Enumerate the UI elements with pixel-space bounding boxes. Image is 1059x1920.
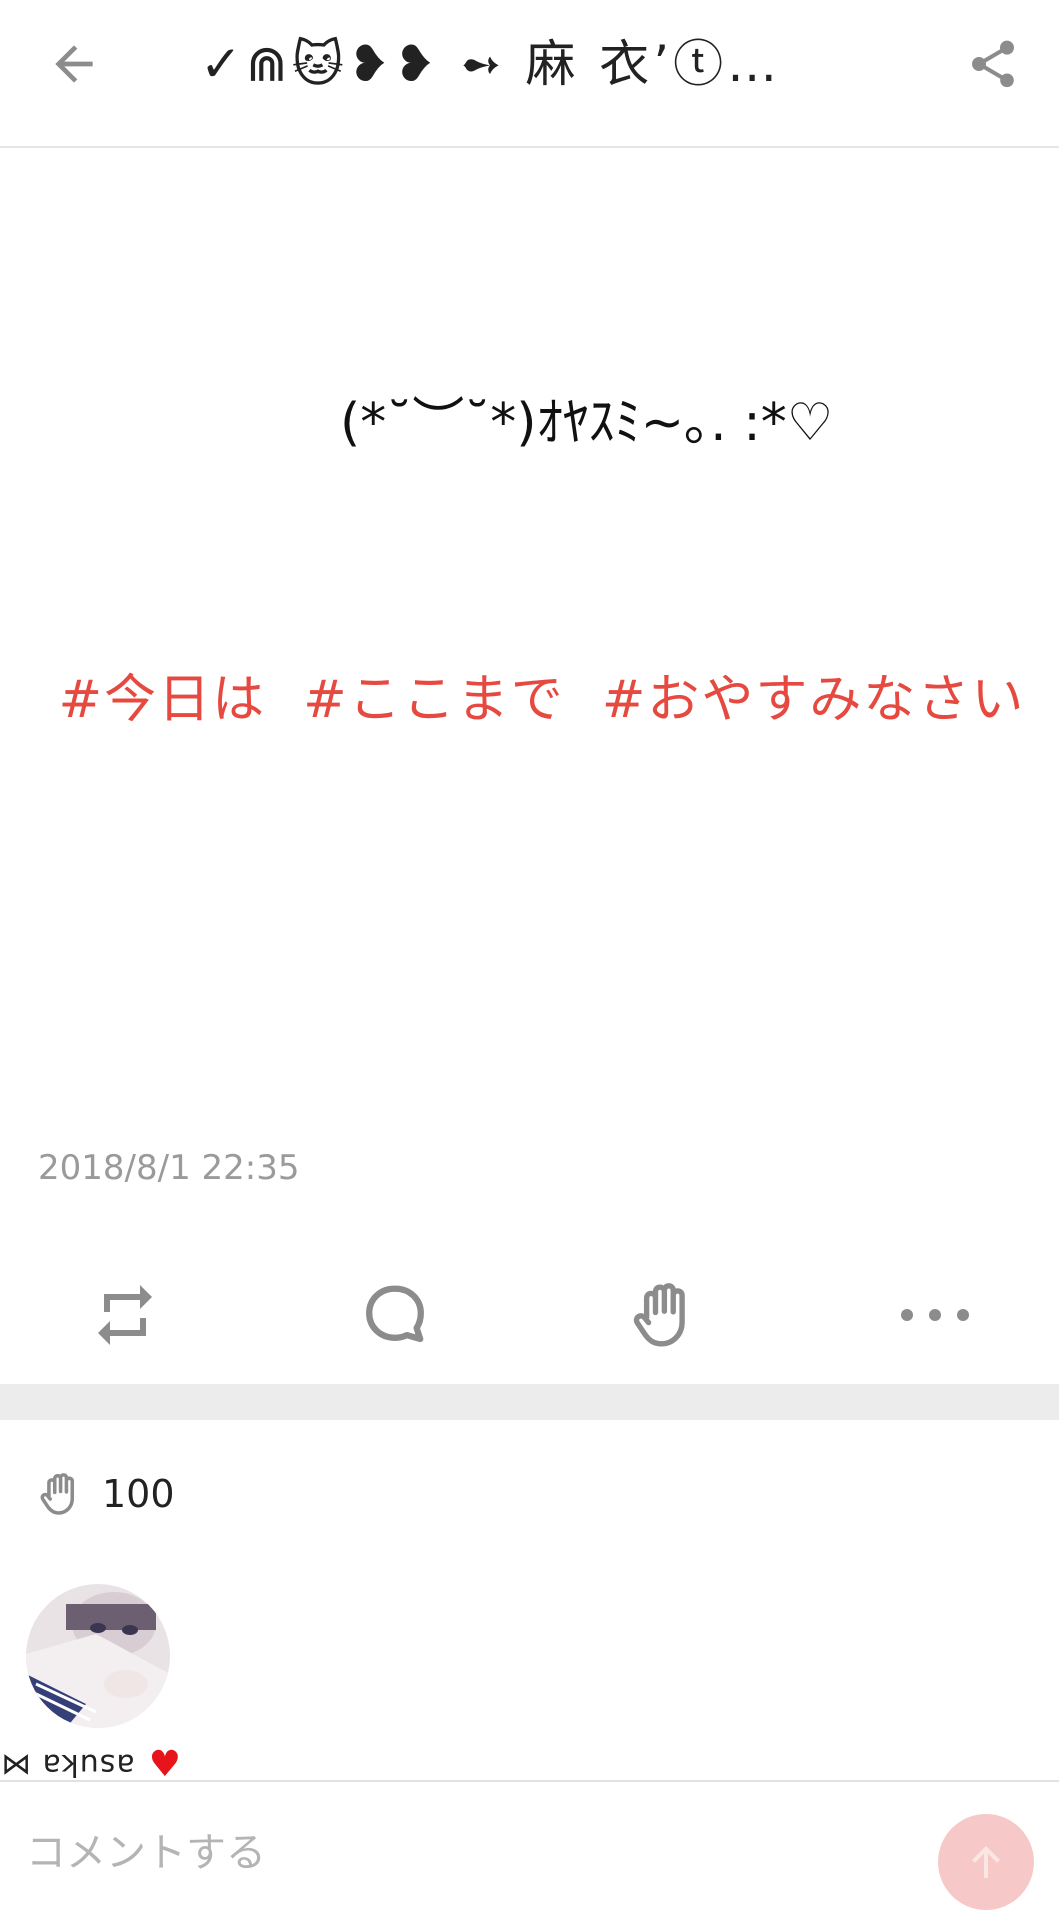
repost-button[interactable] xyxy=(80,1270,170,1360)
post-text: (*˘︶˘*)ｵﾔｽﾐ~｡. :*♡ xyxy=(340,393,834,453)
back-button[interactable] xyxy=(38,28,110,100)
comment-input[interactable] xyxy=(24,1816,908,1890)
avatar-photo xyxy=(26,1584,170,1728)
share-icon xyxy=(972,40,1014,88)
heart-icon: ♥ xyxy=(148,1743,182,1785)
share-button[interactable] xyxy=(957,28,1029,100)
clap-button[interactable] xyxy=(620,1270,710,1360)
comment-button[interactable] xyxy=(350,1270,440,1360)
send-button[interactable] xyxy=(938,1814,1034,1910)
more-options-button[interactable] xyxy=(890,1270,980,1360)
comment-bar xyxy=(0,1780,1059,1920)
page-title: ✓⋒🐱❥❥ ➻ 麻 衣’ⓣ… xyxy=(200,35,782,93)
comment-bubble-icon xyxy=(366,1285,424,1343)
hashtag-koko-made[interactable]: #ここまで xyxy=(303,670,565,730)
clap-hand-icon xyxy=(633,1283,685,1347)
section-divider xyxy=(0,1384,1059,1420)
post-timestamp: 2018/8/1 22:35 xyxy=(38,1148,300,1188)
arrow-left-icon xyxy=(55,45,93,83)
clap-count[interactable]: 100 xyxy=(36,1466,175,1522)
more-dots-icon xyxy=(901,1309,969,1321)
clap-hand-icon xyxy=(40,1473,75,1515)
repost-icon xyxy=(98,1285,152,1345)
hashtag-oyasuminasai[interactable]: #おやすみなさい xyxy=(602,670,1026,730)
arrow-up-icon xyxy=(972,1846,1000,1878)
clap-count-value: 100 xyxy=(102,1472,175,1516)
avatar[interactable] xyxy=(26,1584,170,1728)
clapper-name-text: asuka ⋈ xyxy=(0,1746,135,1782)
hashtag-kyou-wa[interactable]: #今日は xyxy=(59,670,267,730)
hashtag-list: #今日は #ここまで #おやすみなさい xyxy=(40,668,1030,732)
header-bar: ✓⋒🐱❥❥ ➻ 麻 衣’ⓣ… xyxy=(0,0,1059,148)
